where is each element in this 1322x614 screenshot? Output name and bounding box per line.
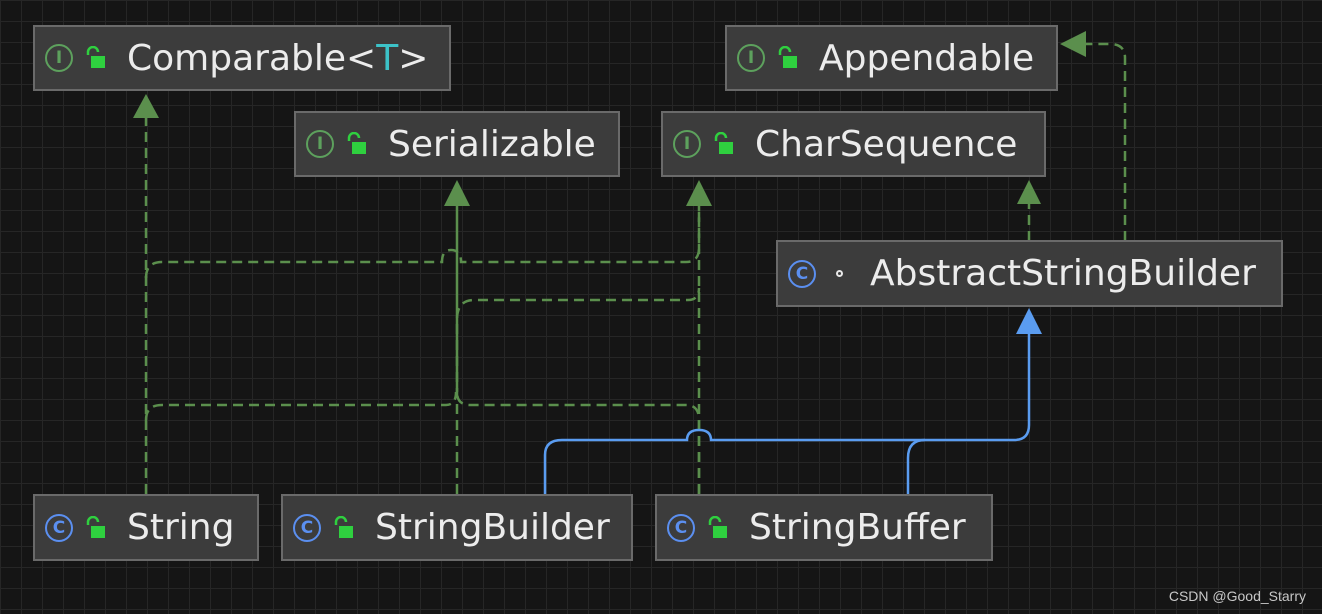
- node-appendable[interactable]: I Appendable: [725, 25, 1058, 91]
- public-lock-icon: [86, 46, 105, 68]
- node-comparable[interactable]: I Comparable<T>: [33, 25, 451, 91]
- arrowhead-comparable: [133, 94, 159, 118]
- class-icon: C: [667, 513, 695, 542]
- node-abstractstringbuilder[interactable]: C AbstractStringBuilder: [776, 240, 1283, 307]
- public-lock-icon: [86, 515, 105, 538]
- node-string[interactable]: C String: [33, 494, 259, 561]
- node-stringbuffer[interactable]: C StringBuffer: [655, 494, 993, 561]
- edge-stringbuffer-serializable: [455, 391, 701, 494]
- arrowhead-serializable: [444, 180, 470, 206]
- edge-stringbuilder-asb: [543, 334, 1031, 494]
- public-lock-icon: [778, 46, 797, 68]
- class-icon: C: [45, 513, 73, 542]
- interface-icon: I: [673, 130, 701, 158]
- watermark: CSDN @Good_Starry: [1168, 588, 1306, 604]
- node-label: CharSequence: [755, 123, 1018, 165]
- node-label: StringBuilder: [375, 507, 610, 548]
- public-lock-icon: [334, 515, 353, 538]
- package-private-icon: [828, 262, 850, 286]
- arrowhead-charsequence: [686, 180, 712, 206]
- node-label: AbstractStringBuilder: [870, 253, 1256, 294]
- node-label: StringBuffer: [749, 507, 966, 548]
- edge-stringbuilder-charsequence: [455, 287, 701, 494]
- interface-icon: I: [737, 44, 765, 72]
- node-charsequence[interactable]: I CharSequence: [661, 111, 1046, 177]
- node-label: Comparable<T>: [127, 37, 429, 79]
- arrowhead-appendable: [1060, 31, 1086, 57]
- edge-string-serializable: [144, 391, 458, 421]
- public-lock-icon: [708, 515, 727, 538]
- class-icon: C: [788, 259, 816, 288]
- node-serializable[interactable]: I Serializable: [294, 111, 620, 177]
- arrowhead-abstractstringbuilder: [1016, 308, 1042, 334]
- class-icon: C: [293, 513, 321, 542]
- interface-icon: I: [306, 130, 334, 158]
- type-parameter: T: [376, 37, 399, 79]
- node-label: String: [127, 507, 235, 548]
- node-label: Appendable: [819, 37, 1035, 79]
- node-stringbuilder[interactable]: C StringBuilder: [281, 494, 633, 561]
- edge-stringbuffer-asb: [906, 438, 926, 494]
- arrowhead-charsequence-right: [1017, 180, 1041, 204]
- public-lock-icon: [714, 132, 733, 154]
- public-lock-icon: [347, 132, 366, 154]
- interface-icon: I: [45, 44, 73, 72]
- edge-string-charsequence: [144, 206, 701, 279]
- edge-asb-appendable: [1086, 42, 1127, 241]
- node-label: Serializable: [388, 123, 596, 165]
